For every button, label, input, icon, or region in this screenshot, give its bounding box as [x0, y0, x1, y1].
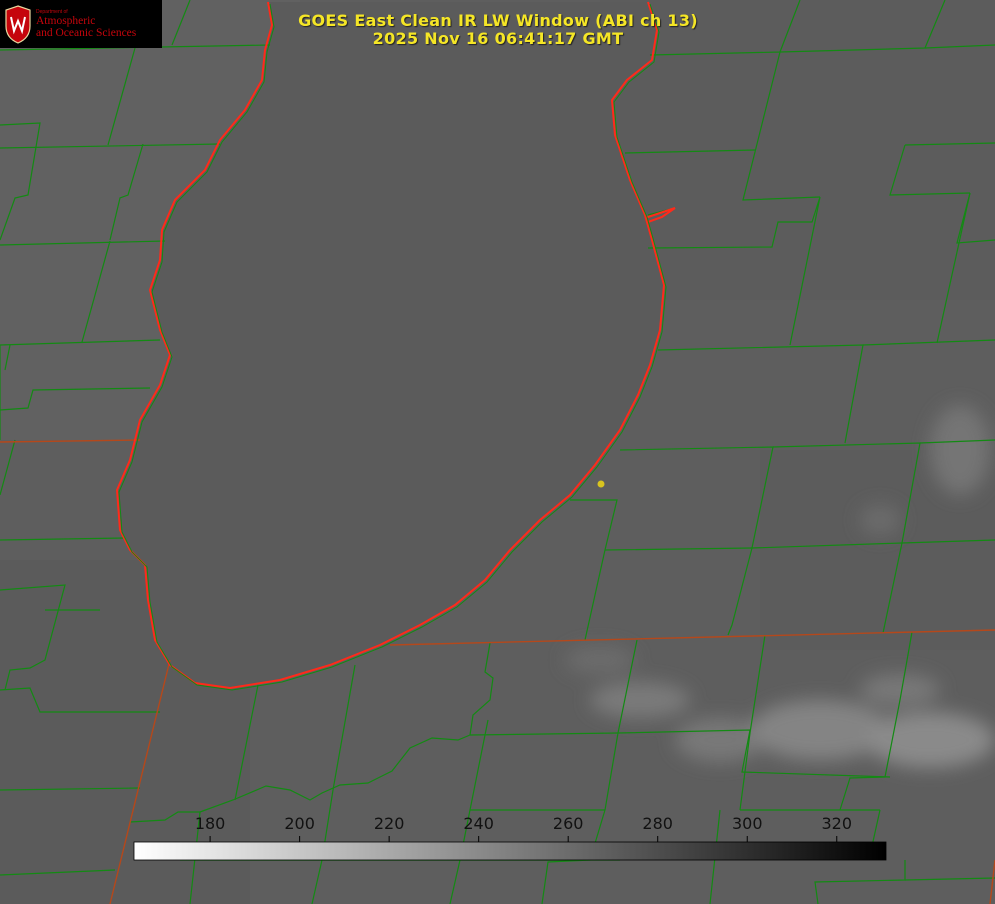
colorbar-tick-label: 240 — [463, 814, 494, 833]
map-timestamp: 2025 Nov 16 06:41:17 GMT — [372, 29, 624, 48]
logo-line-2: and Oceanic Sciences — [36, 27, 137, 39]
colorbar-tick-label: 260 — [552, 814, 584, 833]
colorbar-tick-label: 280 — [642, 814, 673, 833]
colorbar-tick-label: 220 — [373, 814, 405, 833]
uw-crest-icon — [5, 5, 31, 44]
logo-text: Department of Atmospheric and Oceanic Sc… — [36, 9, 136, 39]
colorbar-tick-label: 300 — [731, 814, 763, 833]
colorbar-tick-label: 180 — [194, 814, 226, 833]
station-dot-icon — [597, 480, 605, 488]
colorbar-gradient — [133, 841, 887, 861]
uw-aos-logo: Department of Atmospheric and Oceanic Sc… — [0, 0, 162, 48]
logo-line-1: Atmospheric — [36, 15, 96, 27]
map-title: GOES East Clean IR LW Window (ABI ch 13) — [298, 11, 698, 30]
colorbar-tick-label: 200 — [284, 814, 315, 833]
map-graphics — [0, 0, 995, 904]
colorbar-tick-label: 320 — [821, 814, 853, 833]
satellite-map: Department of Atmospheric and Oceanic Sc… — [0, 0, 995, 904]
